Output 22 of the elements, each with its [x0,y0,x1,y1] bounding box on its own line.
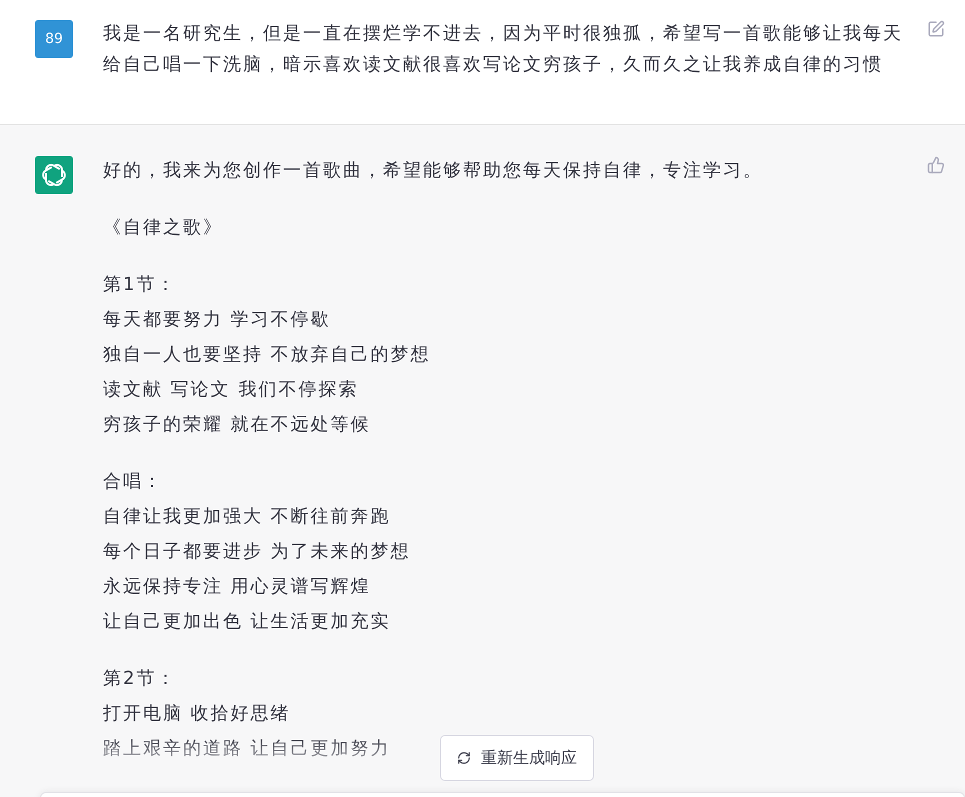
stanza-heading: 第1节： [103,273,176,297]
lyric-line: 打开电脑 收拾好思绪 [103,702,291,726]
refresh-icon [457,751,471,765]
edit-icon[interactable] [927,20,945,38]
lyric-line: 读文献 写论文 我们不停探索 [103,378,358,402]
user-message: 我是一名研究生，但是一直在摆烂学不进去，因为平时很独孤，希望写一首歌能够让我每天给自己唱一下洗脑，暗示喜欢读文献很喜欢写论文穷孩子，久而久之让我养成自律的习惯 [103,22,904,77]
assistant-intro: 好的，我来为您创作一首歌曲，希望能够帮助您每天保持自律，专注学习。 [103,159,764,183]
lyric-line: 每天都要努力 学习不停歇 [103,308,331,332]
lyric-line: 穷孩子的荣耀 就在不远处等候 [103,413,371,437]
lyric-line: 永远保持专注 用心灵谱写辉煌 [103,575,371,599]
thumbs-up-icon[interactable] [927,156,945,174]
lyric-line: 每个日子都要进步 为了未来的梦想 [103,540,411,564]
user-avatar: 89 [35,20,73,58]
stanza-heading: 合唱： [103,470,163,494]
regenerate-button[interactable]: 重新生成响应 [440,735,594,781]
lyric-line: 自律让我更加强大 不断往前奔跑 [103,505,391,529]
lyric-line: 踏上艰辛的道路 让自己更加努力 [103,737,391,761]
stanza-heading: 第2节： [103,667,176,691]
lyric-line: 独自一人也要坚持 不放弃自己的梦想 [103,343,431,367]
song-title: 《自律之歌》 [103,216,224,240]
assistant-logo-icon [35,156,73,194]
lyric-line: 让自己更加出色 让生活更加充实 [103,610,391,634]
